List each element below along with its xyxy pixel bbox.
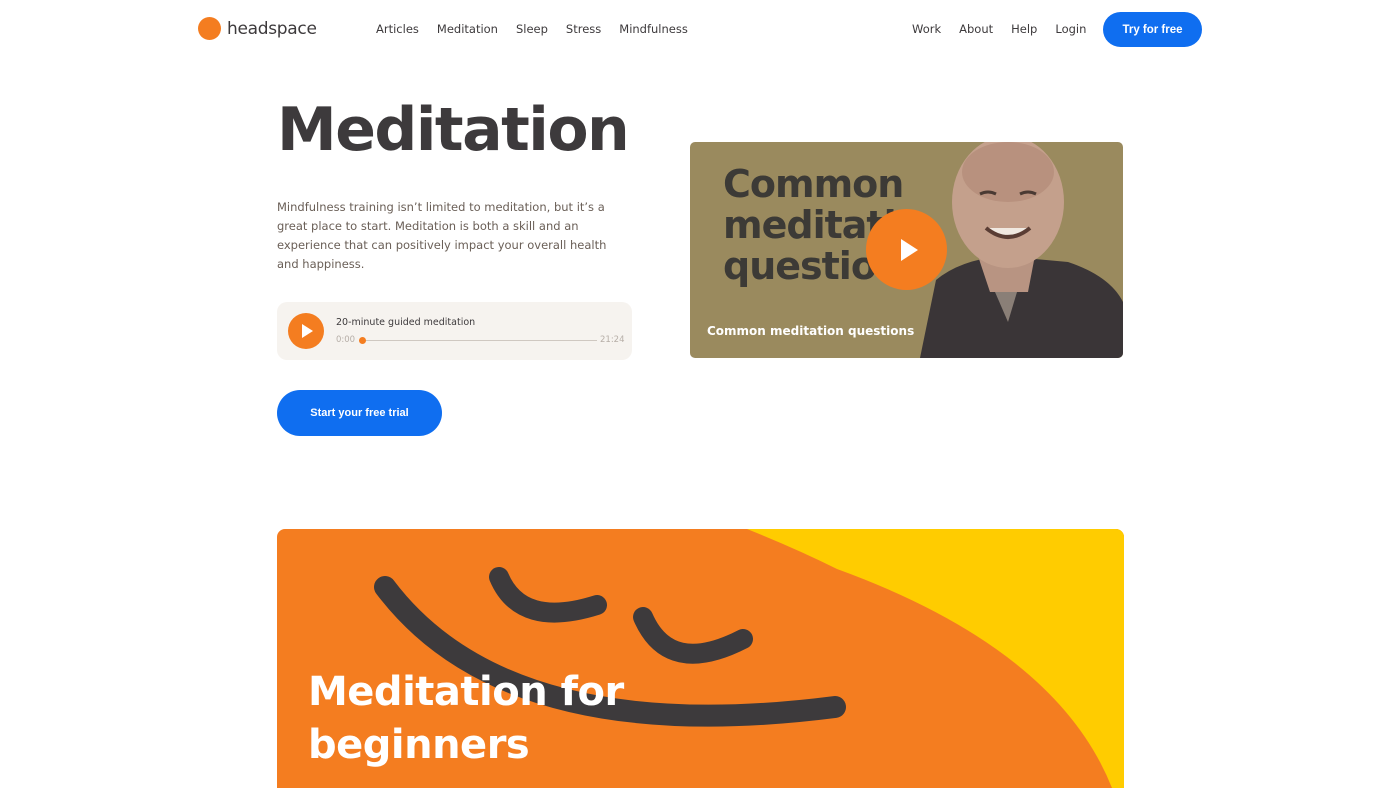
video-play-button[interactable]: [866, 209, 947, 290]
meditation-for-beginners-banner[interactable]: Meditation for beginners: [277, 529, 1124, 788]
nav-mindfulness[interactable]: Mindfulness: [619, 22, 688, 36]
audio-title: 20-minute guided meditation: [336, 317, 476, 328]
try-for-free-button[interactable]: Try for free: [1103, 12, 1202, 47]
banner-title: Meditation for beginners: [308, 669, 624, 768]
nav-meditation[interactable]: Meditation: [437, 22, 498, 36]
play-icon: [900, 238, 918, 261]
logo-dot-icon: [198, 17, 221, 40]
nav-articles[interactable]: Articles: [376, 22, 419, 36]
secondary-nav: Work About Help Login: [912, 22, 1104, 36]
nav-stress[interactable]: Stress: [566, 22, 601, 36]
audio-current-time: 0:00: [336, 335, 356, 345]
start-free-trial-button[interactable]: Start your free trial: [277, 390, 442, 436]
site-header: headspace Articles Meditation Sleep Stre…: [0, 0, 1400, 60]
audio-progress-track[interactable]: [361, 340, 597, 341]
video-caption: Common meditation questions: [707, 324, 915, 338]
headspace-logo[interactable]: headspace: [198, 17, 317, 40]
nav-sleep[interactable]: Sleep: [516, 22, 548, 36]
nav-help[interactable]: Help: [1011, 22, 1037, 36]
nav-login[interactable]: Login: [1055, 22, 1086, 36]
nav-work[interactable]: Work: [912, 22, 941, 36]
video-card[interactable]: Common meditati questio Common meditatio…: [690, 142, 1123, 358]
logo-wordmark: headspace: [227, 18, 317, 39]
audio-play-button[interactable]: [288, 313, 324, 349]
hero-description: Mindfulness training isn’t limited to me…: [277, 200, 607, 271]
audio-progress-handle[interactable]: [359, 337, 366, 344]
primary-nav: Articles Meditation Sleep Stress Mindful…: [376, 22, 706, 36]
nav-about[interactable]: About: [959, 22, 993, 36]
page-title: Meditation: [277, 95, 630, 165]
audio-duration: 21:24: [600, 335, 625, 345]
play-icon: [302, 324, 313, 338]
audio-player: 20-minute guided meditation 0:00 21:24: [277, 302, 632, 360]
